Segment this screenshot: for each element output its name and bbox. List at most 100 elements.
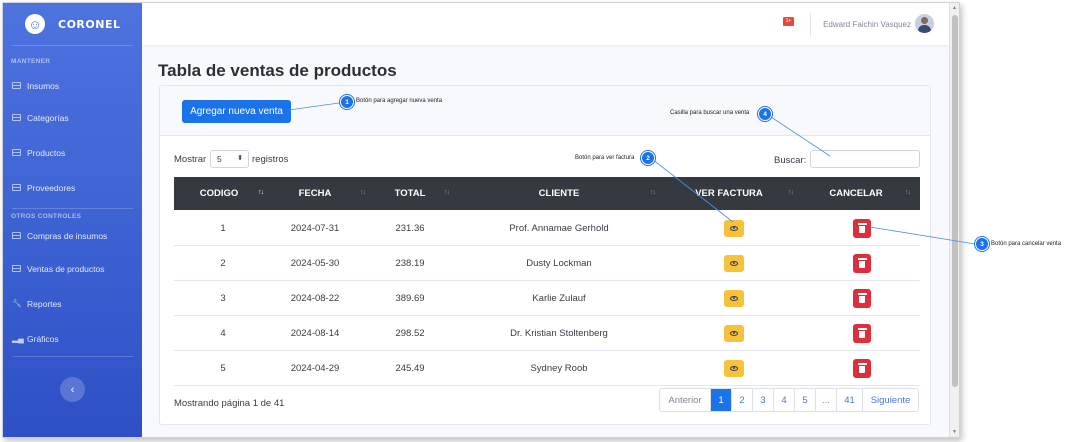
sidebar-heading-other: OTROS CONTROLES (11, 213, 82, 220)
pagination-page-3[interactable]: 3 (752, 389, 773, 411)
brand[interactable]: ☺ CORONEL (3, 3, 142, 45)
scroll-down-icon[interactable]: ▼ (952, 429, 957, 435)
header-cliente[interactable]: CLIENTE (464, 177, 654, 210)
view-invoice-button[interactable] (724, 324, 744, 342)
topbar-divider (810, 13, 811, 37)
screenshot-frame: ☺ CORONEL MANTENER Insumos Categorías Pr… (0, 0, 1073, 442)
view-invoice-button[interactable] (724, 254, 744, 272)
smiley-icon: ☺ (25, 14, 45, 34)
header-ver-factura[interactable]: VER FACTURA (674, 177, 784, 210)
cancel-sale-button[interactable] (853, 323, 871, 343)
avatar-body (918, 25, 931, 33)
scroll-thumb[interactable] (952, 15, 958, 387)
sidebar-item-label: Compras de insumos (27, 230, 108, 241)
avatar[interactable] (915, 14, 934, 33)
pagination-page-1[interactable]: 1 (710, 389, 731, 411)
pagination-page-4[interactable]: 4 (773, 389, 794, 411)
annotation-text-2: Botón para ver factura (575, 155, 635, 161)
sort-icon[interactable]: ↑↓ (258, 189, 264, 196)
cell-cliente: Prof. Annamae Gerhold (509, 222, 609, 234)
cell-cancelar (810, 351, 914, 385)
page-length-value: 5 (217, 154, 222, 164)
sidebar-toggle-button[interactable]: ‹ (60, 377, 85, 402)
table-icon (12, 184, 21, 191)
sidebar-item-reportes[interactable]: 🔧 Reportes (3, 286, 142, 321)
eye-icon (730, 295, 738, 301)
pagination-next[interactable]: Siguiente (862, 389, 918, 411)
annotation-badge-1: 1 (340, 95, 354, 109)
header-codigo[interactable]: CODIGO (174, 177, 264, 210)
view-invoice-button[interactable] (724, 219, 744, 237)
cell-codigo: 1 (220, 222, 226, 234)
sidebar-item-label: Categorías (27, 112, 69, 123)
sort-icon[interactable]: ↑↓ (444, 189, 450, 196)
pagination-previous[interactable]: Anterior (660, 389, 710, 411)
add-sale-button[interactable]: Agregar nueva venta (182, 100, 291, 123)
cell-total: 389.69 (395, 292, 425, 304)
table-icon (12, 114, 21, 121)
cell-cancelar (810, 316, 914, 350)
sidebar: ☺ CORONEL MANTENER Insumos Categorías Pr… (3, 3, 142, 437)
header-label: FECHA (298, 188, 332, 199)
trash-icon (857, 258, 867, 268)
cell-fecha: 2024-08-14 (290, 327, 340, 339)
sidebar-item-ventas-productos[interactable]: Ventas de productos (3, 251, 142, 286)
sort-icon[interactable]: ↑↓ (788, 189, 794, 196)
cell-fecha: 2024-05-30 (290, 257, 340, 269)
cancel-sale-button[interactable] (853, 358, 871, 378)
search-input[interactable] (810, 150, 920, 168)
pagination-page-5[interactable]: 5 (794, 389, 815, 411)
sidebar-item-label: Proveedores (27, 182, 76, 193)
page-length-select[interactable]: 5 ⬍ (210, 150, 249, 168)
table-icon (12, 265, 21, 272)
cancel-sale-button[interactable] (853, 253, 871, 273)
trash-icon (857, 328, 867, 338)
sidebar-item-compras-insumos[interactable]: Compras de insumos (3, 220, 142, 251)
cell-total: 238.19 (395, 257, 425, 269)
show-suffix: registros (252, 154, 289, 165)
alerts-badge[interactable]: 1+ (783, 17, 794, 26)
cell-total: 231.36 (395, 222, 425, 234)
chart-icon: ▂▄ (12, 334, 24, 343)
sidebar-item-label: Ventas de productos (27, 263, 105, 274)
header-label: CLIENTE (538, 188, 580, 199)
table-row: 2 2024-05-30 238.19 Dusty Lockman (174, 246, 920, 281)
view-invoice-button[interactable] (724, 359, 744, 377)
annotation-text-4: Casilla para buscar una venta (670, 110, 750, 116)
sort-icon[interactable]: ↑↓ (650, 189, 656, 196)
cancel-sale-button[interactable] (853, 218, 871, 238)
sidebar-item-insumos[interactable]: Insumos (3, 71, 142, 100)
sort-icon[interactable]: ↑↓ (905, 189, 911, 196)
header-total[interactable]: TOTAL (370, 177, 450, 210)
sidebar-item-label: Insumos (27, 80, 60, 91)
table-header: CODIGO ↑↓ FECHA ↑↓ TOTAL ↑↓ CLIENTE ↑↓ V… (174, 177, 920, 210)
scroll-up-icon[interactable]: ▲ (952, 5, 957, 11)
header-fecha[interactable]: FECHA (270, 177, 360, 210)
annotation-text-1: Botón para agregar nueva venta (356, 98, 443, 104)
table-icon (12, 232, 21, 239)
cell-cliente: Karlie Zulauf (532, 292, 586, 304)
user-name[interactable]: Edward Faichin Vasquez (823, 20, 911, 29)
sidebar-item-productos[interactable]: Productos (3, 135, 142, 170)
pagination-page-41[interactable]: 41 (836, 389, 862, 411)
table-icon (12, 82, 21, 89)
sidebar-item-proveedores[interactable]: Proveedores (3, 170, 142, 205)
eye-icon (730, 365, 738, 371)
card-header: Agregar nueva venta (160, 86, 930, 136)
header-cancelar[interactable]: CANCELAR (804, 177, 908, 210)
show-label: Mostrar (174, 154, 207, 165)
cell-cancelar (810, 281, 914, 315)
cell-ver-factura (674, 281, 794, 315)
cancel-sale-button[interactable] (853, 288, 871, 308)
pagination-page-2[interactable]: 2 (731, 389, 752, 411)
cell-codigo: 4 (220, 327, 226, 339)
vertical-scrollbar[interactable]: ▲ ▼ (949, 3, 959, 437)
sort-icon[interactable]: ↑↓ (360, 189, 366, 196)
cell-cancelar (810, 211, 914, 245)
sidebar-item-graficos[interactable]: ▂▄ Gráficos (3, 321, 142, 356)
sidebar-item-categorias[interactable]: Categorías (3, 100, 142, 135)
view-invoice-button[interactable] (724, 289, 744, 307)
select-arrows-icon: ⬍ (237, 155, 243, 162)
sidebar-heading-manage: MANTENER (11, 58, 51, 65)
table-row: 1 2024-07-31 231.36 Prof. Annamae Gerhol… (174, 211, 920, 246)
